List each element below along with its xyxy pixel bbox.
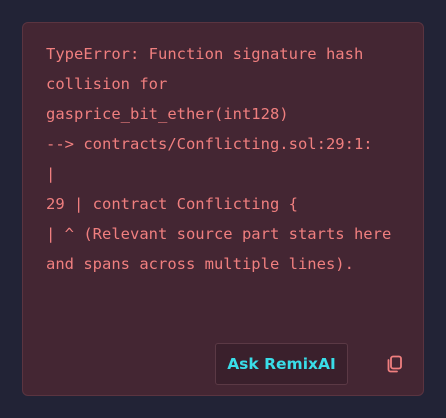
error-message-text: TypeError: Function signature hash colli… [46, 45, 392, 273]
ask-remixai-button[interactable]: Ask RemixAI [215, 343, 348, 385]
copy-icon[interactable] [384, 354, 404, 374]
error-message-card: TypeError: Function signature hash colli… [22, 22, 424, 396]
